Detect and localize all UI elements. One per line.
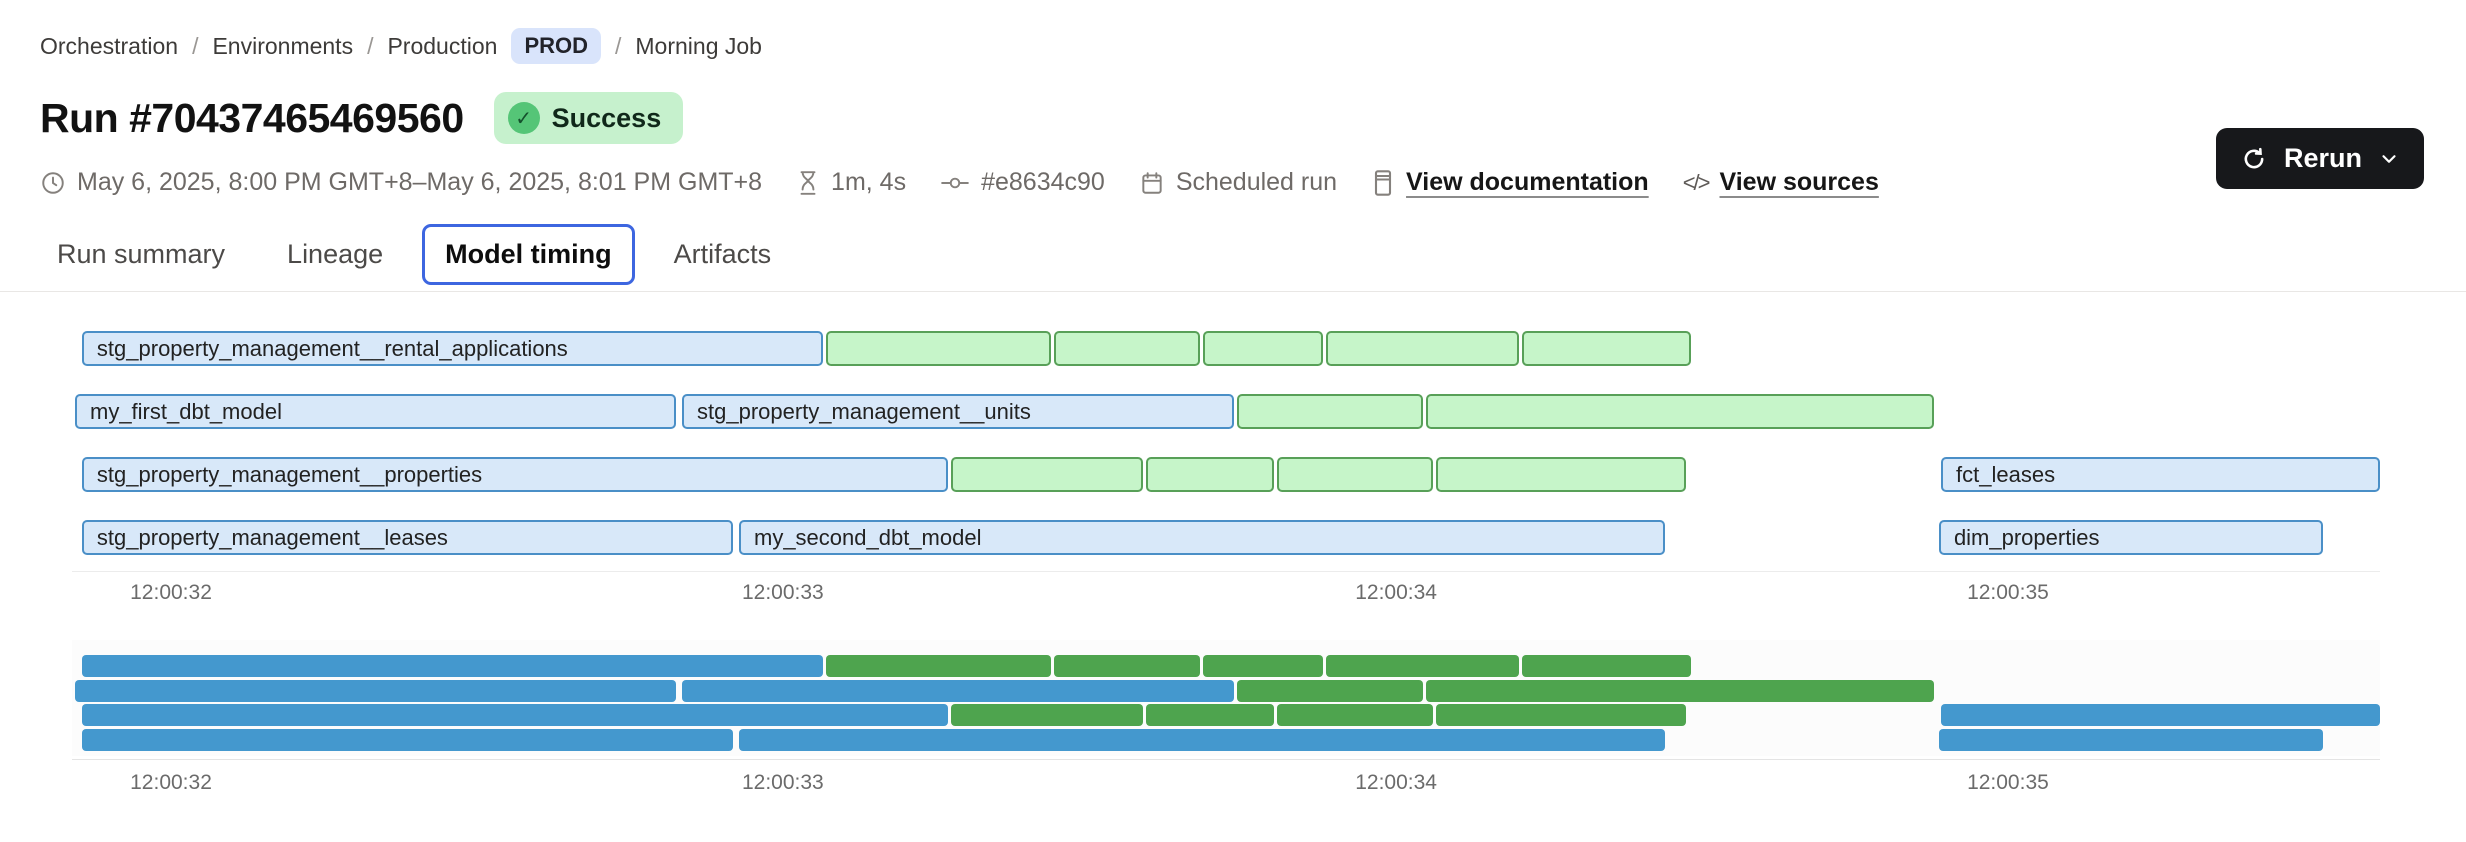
minimap-model-bar[interactable]	[682, 680, 1234, 702]
test-bar[interactable]	[1237, 394, 1423, 429]
minimap-row	[72, 729, 2380, 751]
model-bar-label: stg_property_management__rental_applicat…	[84, 336, 568, 362]
model-bar-label: my_second_dbt_model	[741, 525, 981, 551]
minimap-test-bar[interactable]	[1277, 704, 1433, 726]
axis-tick-label: 12:00:35	[1967, 581, 2049, 605]
model-bar[interactable]: stg_property_management__rental_applicat…	[82, 331, 823, 366]
axis-tick-label: 12:00:34	[1355, 581, 1437, 605]
minimap-model-bar[interactable]	[1939, 729, 2323, 751]
minimap-axis-labels: 12:00:32 12:00:33 12:00:34 12:00:35	[72, 771, 2380, 797]
model-bar[interactable]: dim_properties	[1939, 520, 2323, 555]
minimap-test-bar[interactable]	[1054, 655, 1200, 677]
model-bar-label: fct_leases	[1943, 462, 2055, 488]
minimap-row	[72, 704, 2380, 726]
test-bar[interactable]	[1277, 457, 1433, 492]
minimap-model-bar[interactable]	[739, 729, 1665, 751]
gantt-axis-line	[72, 571, 2380, 572]
model-bar[interactable]: fct_leases	[1941, 457, 2380, 492]
minimap-test-bar[interactable]	[951, 704, 1143, 726]
model-bar[interactable]: stg_property_management__units	[682, 394, 1234, 429]
minimap-model-bar[interactable]	[82, 655, 823, 677]
model-timing-chart: stg_property_management__rental_applicat…	[72, 0, 2380, 842]
axis-tick-label: 12:00:33	[742, 771, 824, 795]
minimap-test-bar[interactable]	[1436, 704, 1686, 726]
gantt-axis-labels: 12:00:32 12:00:33 12:00:34 12:00:35	[72, 581, 2380, 607]
minimap-row	[72, 655, 2380, 677]
test-bar[interactable]	[1203, 331, 1323, 366]
test-bar[interactable]	[1426, 394, 1934, 429]
model-bar[interactable]: my_second_dbt_model	[739, 520, 1665, 555]
test-bar[interactable]	[1436, 457, 1686, 492]
model-bar-label: stg_property_management__leases	[84, 525, 448, 551]
test-bar[interactable]	[826, 331, 1051, 366]
minimap-model-bar[interactable]	[1941, 704, 2380, 726]
gantt-row: stg_property_management__leases my_second…	[72, 520, 2380, 555]
minimap-test-bar[interactable]	[826, 655, 1051, 677]
gantt-row: my_first_dbt_model stg_property_managemen…	[72, 394, 2380, 429]
model-bar[interactable]: my_first_dbt_model	[75, 394, 676, 429]
model-bar[interactable]: stg_property_management__properties	[82, 457, 948, 492]
axis-tick-label: 12:00:32	[130, 771, 212, 795]
test-bar[interactable]	[1146, 457, 1274, 492]
minimap-model-bar[interactable]	[82, 704, 948, 726]
clock-icon	[40, 170, 66, 196]
minimap-test-bar[interactable]	[1146, 704, 1274, 726]
minimap-model-bar[interactable]	[82, 729, 733, 751]
axis-tick-label: 12:00:32	[130, 581, 212, 605]
model-bar-label: dim_properties	[1941, 525, 2100, 551]
minimap-test-bar[interactable]	[1237, 680, 1423, 702]
model-bar-label: stg_property_management__units	[684, 399, 1031, 425]
minimap-axis-line	[72, 759, 2380, 760]
minimap-model-bar[interactable]	[75, 680, 676, 702]
model-bar[interactable]: stg_property_management__leases	[82, 520, 733, 555]
axis-tick-label: 12:00:34	[1355, 771, 1437, 795]
minimap-test-bar[interactable]	[1522, 655, 1691, 677]
axis-tick-label: 12:00:35	[1967, 771, 2049, 795]
model-bar-label: stg_property_management__properties	[84, 462, 482, 488]
test-bar[interactable]	[951, 457, 1143, 492]
chevron-down-icon	[2378, 148, 2400, 170]
test-bar[interactable]	[1326, 331, 1519, 366]
minimap-test-bar[interactable]	[1426, 680, 1934, 702]
test-bar[interactable]	[1054, 331, 1200, 366]
minimap-test-bar[interactable]	[1203, 655, 1323, 677]
test-bar[interactable]	[1522, 331, 1691, 366]
minimap-test-bar[interactable]	[1326, 655, 1519, 677]
run-page: Orchestration / Environments / Productio…	[0, 0, 2466, 842]
minimap-row	[72, 680, 2380, 702]
model-bar-label: my_first_dbt_model	[77, 399, 282, 425]
gantt-row: stg_property_management__properties fct_l…	[72, 457, 2380, 492]
axis-tick-label: 12:00:33	[742, 581, 824, 605]
gantt-row: stg_property_management__rental_applicat…	[72, 331, 2380, 366]
